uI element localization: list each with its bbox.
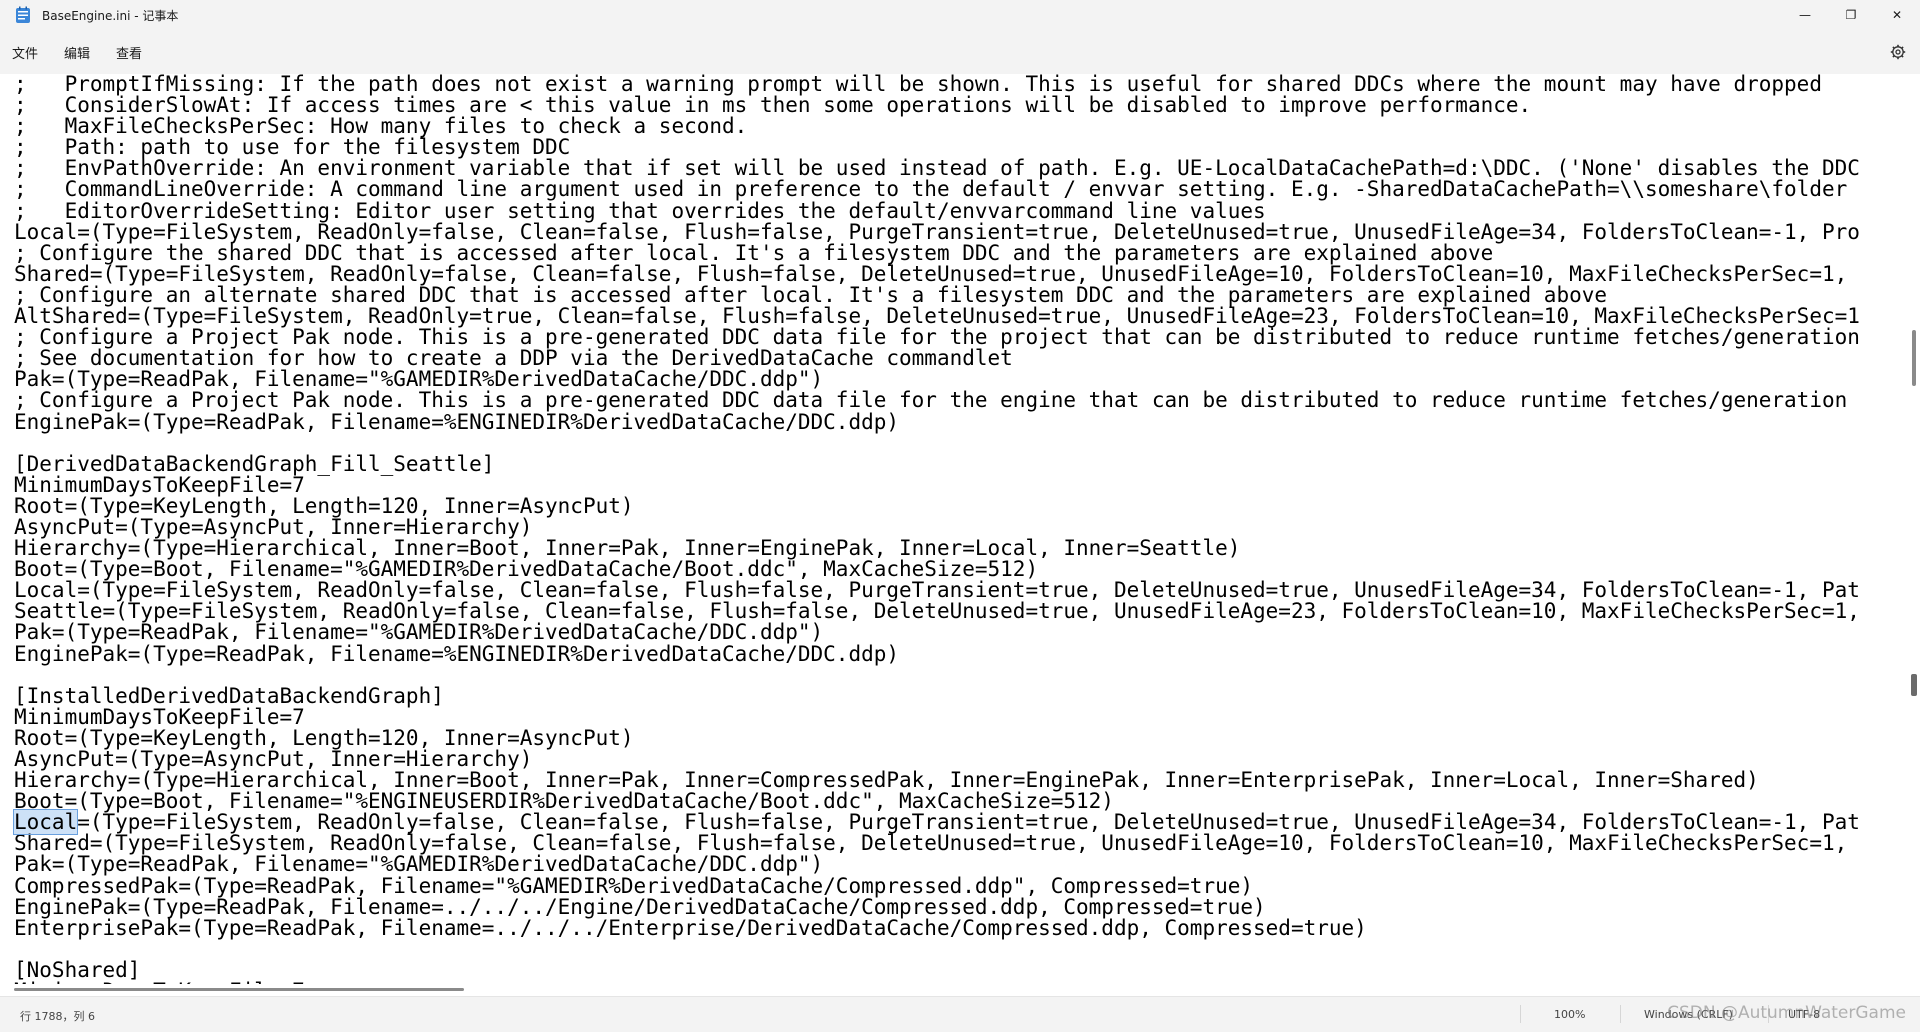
text-line[interactable]: Boot=(Type=Boot, Filename="%GAMEDIR%Deri… [14,559,1860,580]
text-line[interactable] [14,939,1860,960]
status-divider [1620,1005,1621,1023]
close-button[interactable]: ✕ [1874,0,1920,30]
text-line[interactable]: ; ConsiderSlowAt: If access times are < … [14,94,1860,116]
text-line[interactable]: [NoShared] [14,959,1860,981]
editor-text[interactable]: ; PromptIfMissing: If the path does not … [12,74,1860,984]
menu-bar: 文件 编辑 查看 [0,30,1920,74]
text-line[interactable]: Pak=(Type=ReadPak, Filename="%GAMEDIR%De… [14,622,1860,643]
title-bar[interactable]: BaseEngine.ini - 记事本 — ❐ ✕ [0,0,1920,30]
text-line[interactable]: ; Path: path to use for the filesystem D… [14,137,1860,158]
minimize-icon: — [1799,8,1811,22]
vertical-scrollbar[interactable] [1908,74,1920,984]
gear-icon [1890,44,1906,60]
restore-icon: ❐ [1845,8,1857,22]
text-line[interactable]: ; Configure the shared DDC that is acces… [14,242,1860,264]
status-divider [1520,1005,1521,1023]
text-line[interactable]: EnterprisePak=(Type=ReadPak, Filename=..… [14,917,1860,939]
menu-file[interactable]: 文件 [0,37,50,68]
text-line[interactable]: Hierarchy=(Type=Hierarchical, Inner=Boot… [14,769,1860,791]
text-line[interactable]: AltShared=(Type=FileSystem, ReadOnly=tru… [14,305,1860,327]
text-line[interactable]: Seattle=(Type=FileSystem, ReadOnly=false… [14,601,1860,622]
text-line[interactable]: ; PromptIfMissing: If the path does not … [14,74,1860,95]
text-line[interactable]: EnginePak=(Type=ReadPak, Filename=%ENGIN… [14,411,1860,433]
text-line[interactable]: ; EditorOverrideSetting: Editor user set… [14,200,1860,222]
cursor-position: 行 1788，列 6 [20,1010,95,1023]
text-line[interactable]: Shared=(Type=FileSystem, ReadOnly=false,… [14,263,1860,285]
horizontal-scroll-thumb[interactable] [14,988,464,991]
settings-button[interactable] [1888,42,1908,62]
text-line[interactable]: AsyncPut=(Type=AsyncPut, Inner=Hierarchy… [14,516,1860,538]
text-line[interactable]: ; EnvPathOverride: An environment variab… [14,158,1860,179]
text-line[interactable]: ; See documentation for how to create a … [14,348,1860,369]
watermark: CSDN @AutumnWaterGame [1667,1003,1906,1023]
text-line[interactable]: Local=(Type=FileSystem, ReadOnly=false, … [12,809,1860,836]
horizontal-scrollbar[interactable] [0,984,1908,996]
text-line[interactable]: ; Configure an alternate shared DDC that… [14,284,1860,306]
text-line[interactable]: Pak=(Type=ReadPak, Filename="%GAMEDIR%De… [14,854,1860,875]
text-editor[interactable]: ; PromptIfMissing: If the path does not … [0,74,1908,984]
text-line[interactable] [14,433,1860,454]
text-line[interactable]: Shared=(Type=FileSystem, ReadOnly=false,… [14,833,1860,854]
text-line[interactable]: EnginePak=(Type=ReadPak, Filename=%ENGIN… [14,643,1860,665]
notepad-window: BaseEngine.ini - 记事本 — ❐ ✕ 文件 编辑 查看 ; Pr… [0,0,1920,1032]
text-line[interactable]: ; Configure a Project Pak node. This is … [14,327,1860,348]
text-line[interactable]: ; MaxFileChecksPerSec: How many files to… [14,116,1860,137]
text-line[interactable]: CompressedPak=(Type=ReadPak, Filename="%… [14,875,1860,897]
menu-view[interactable]: 查看 [104,37,154,68]
zoom-level[interactable]: 100% [1554,1008,1585,1021]
text-line[interactable]: ; CommandLineOverride: A command line ar… [14,179,1860,200]
maximize-button[interactable]: ❐ [1828,0,1874,30]
notepad-app-icon [14,6,32,24]
menu-edit[interactable]: 编辑 [52,37,102,68]
text-line[interactable]: Local=(Type=FileSystem, ReadOnly=false, … [14,221,1860,243]
text-line[interactable]: MinimumDaysToKeepFile=7 [14,474,1860,496]
text-line[interactable]: AsyncPut=(Type=AsyncPut, Inner=Hierarchy… [14,748,1860,770]
text-line[interactable]: MinimumDaysToKeepFile=7 [14,706,1860,728]
minimize-button[interactable]: — [1782,0,1828,30]
status-bar: 行 1788，列 6 100% Windows (CRLF) UTF-8 CSD… [0,996,1920,1032]
vertical-scroll-thumb[interactable] [1912,330,1916,386]
scroll-position-marker [1911,674,1917,696]
window-controls: — ❐ ✕ [1782,0,1920,30]
text-line[interactable]: Hierarchy=(Type=Hierarchical, Inner=Boot… [14,537,1860,559]
text-line[interactable]: Root=(Type=KeyLength, Length=120, Inner=… [14,495,1860,517]
close-icon: ✕ [1891,8,1903,22]
text-line[interactable]: Root=(Type=KeyLength, Length=120, Inner=… [14,727,1860,749]
text-line[interactable]: [InstalledDerivedDataBackendGraph] [14,685,1860,707]
text-line[interactable]: ; Configure a Project Pak node. This is … [14,390,1860,411]
window-title: BaseEngine.ini - 记事本 [42,8,179,23]
text-line[interactable]: Pak=(Type=ReadPak, Filename="%GAMEDIR%De… [14,369,1860,390]
text-line[interactable]: EnginePak=(Type=ReadPak, Filename=../../… [14,896,1860,918]
text-line[interactable]: [DerivedDataBackendGraph_Fill_Seattle] [14,453,1860,475]
text-line[interactable] [14,665,1860,686]
text-line[interactable]: Local=(Type=FileSystem, ReadOnly=false, … [14,580,1860,601]
